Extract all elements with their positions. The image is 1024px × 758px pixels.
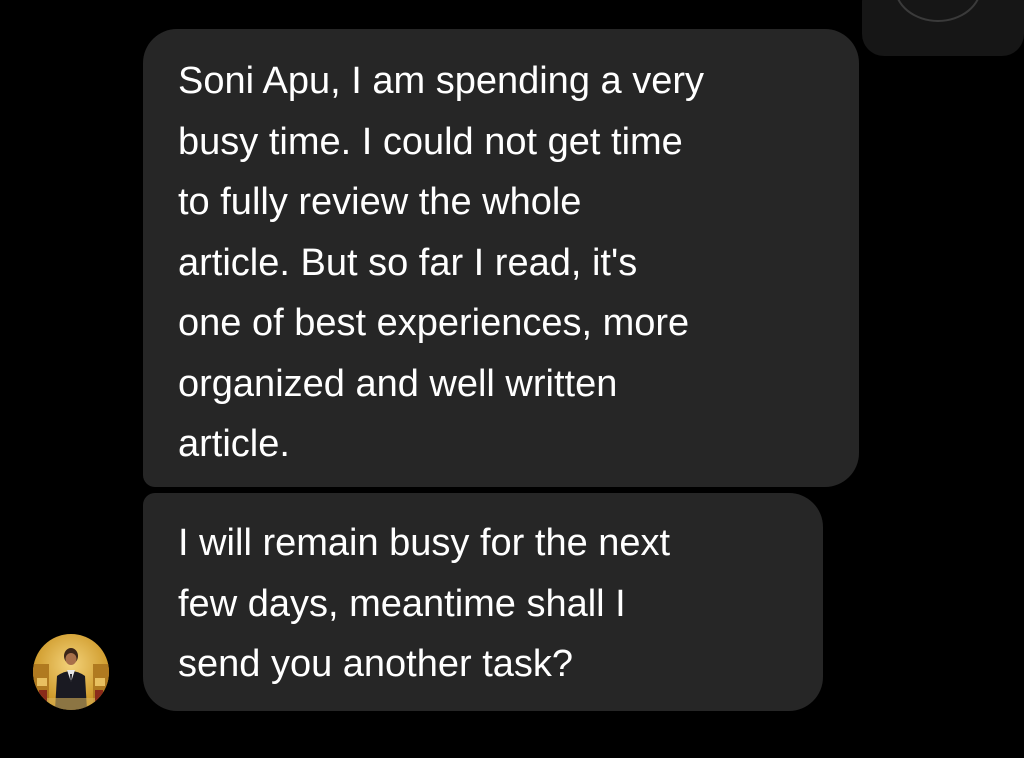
avatar-photo-icon xyxy=(33,634,109,710)
avatar[interactable] xyxy=(33,634,109,710)
message-line: organized and well written xyxy=(178,362,618,405)
message-line: to fully review the whole xyxy=(178,181,582,223)
top-control-button[interactable] xyxy=(862,0,1024,56)
message-line: send you another task? xyxy=(178,643,574,685)
message-line: Soni Apu, I am spending a very xyxy=(178,60,704,102)
message-line: few days, meantime shall I xyxy=(178,582,626,625)
message-bubble[interactable]: Soni Apu, I am spending a very busy time… xyxy=(143,29,859,487)
message-line: article. But so far I read, it's xyxy=(178,241,638,284)
message-line: I will remain busy for the next xyxy=(178,522,671,564)
message-line: article. xyxy=(178,423,290,465)
message-bubble[interactable]: I will remain busy for the next few days… xyxy=(143,493,823,711)
message-line: busy time. I could not get time xyxy=(178,120,683,163)
edit-icon xyxy=(894,0,982,22)
message-line: one of best experiences, more xyxy=(178,302,690,344)
